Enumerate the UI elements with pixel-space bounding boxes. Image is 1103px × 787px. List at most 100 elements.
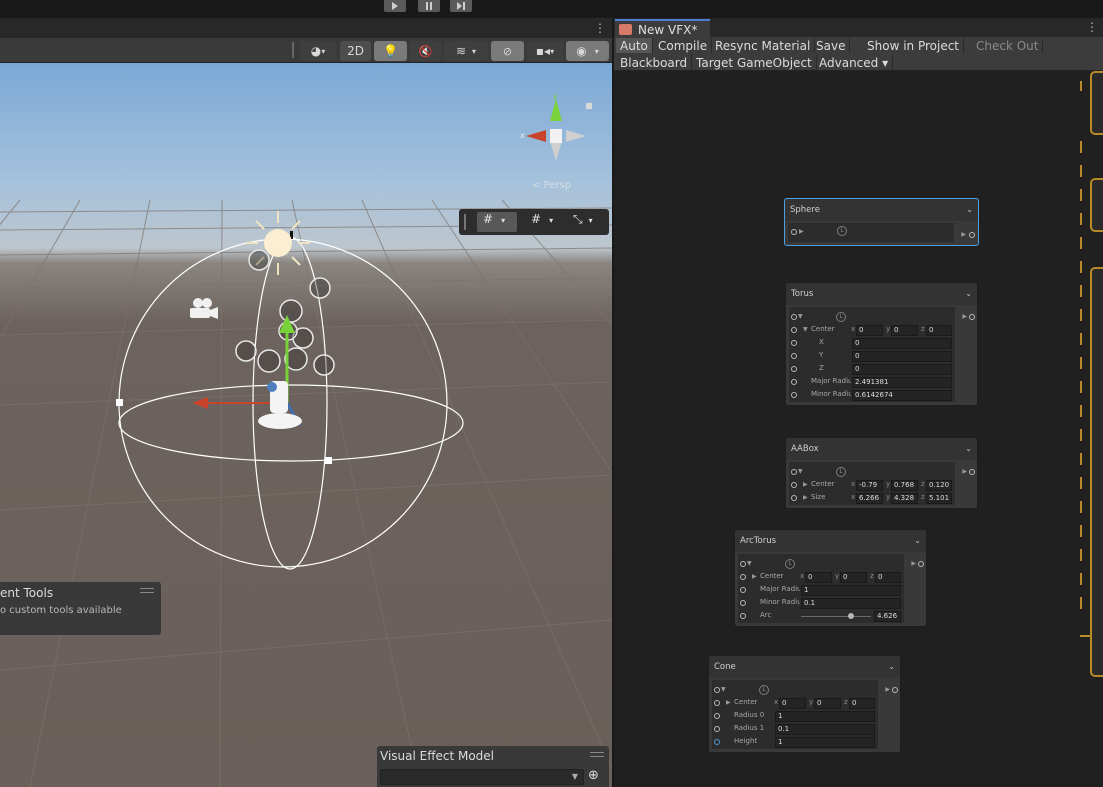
node-arctorus[interactable]: ArcTorus ⌄ ▼ L ▶ Center x 0 y 0 z 0 Major…: [734, 529, 927, 627]
collapse-arrow-icon[interactable]: ▼: [798, 313, 803, 320]
input-port[interactable]: [791, 379, 797, 385]
center-z-field[interactable]: 0: [875, 572, 901, 583]
center-y-field[interactable]: 0: [840, 572, 867, 583]
overlay-grip[interactable]: [464, 214, 466, 230]
compile-button[interactable]: Compile: [654, 38, 713, 53]
space-icon[interactable]: L: [836, 467, 846, 477]
output-port[interactable]: [969, 314, 975, 320]
center-z-field[interactable]: 0.120: [926, 480, 952, 491]
model-select-dropdown[interactable]: ▼: [380, 769, 584, 785]
toolbar-grip[interactable]: [292, 42, 294, 58]
input-port[interactable]: [740, 613, 746, 619]
tab-new-vfx[interactable]: New VFX*: [615, 19, 710, 38]
input-port[interactable]: [791, 482, 797, 488]
size-x-field[interactable]: 6.266: [856, 493, 883, 504]
major-radius-field[interactable]: 1: [801, 585, 901, 596]
arc-slider-track[interactable]: [801, 616, 871, 617]
input-port[interactable]: [791, 314, 797, 320]
node-sphere[interactable]: Sphere ⌄ ▶ L ▶: [784, 198, 979, 246]
increment-snap-dropdown[interactable]: ⤡ ▾: [567, 212, 605, 232]
scene-more-menu-icon[interactable]: ⋮: [594, 21, 606, 35]
input-port[interactable]: [791, 495, 797, 501]
minor-radius-field[interactable]: 0.6142674: [852, 390, 952, 401]
audio-toggle[interactable]: 🔇: [410, 41, 441, 61]
output-port[interactable]: [918, 561, 924, 567]
size-y-field[interactable]: 4.328: [891, 493, 918, 504]
center-x-field[interactable]: 0: [805, 572, 832, 583]
input-port[interactable]: [714, 726, 720, 732]
center-y-field[interactable]: 0: [891, 325, 918, 336]
center-y-field[interactable]: 0.768: [891, 480, 918, 491]
input-port[interactable]: [791, 340, 797, 346]
camera-dropdown[interactable]: ▪◂ ▾: [527, 41, 563, 61]
blackboard-toggle[interactable]: Blackboard: [616, 55, 693, 70]
input-port[interactable]: [791, 366, 797, 372]
chevron-down-icon[interactable]: ⌄: [965, 289, 972, 298]
arc-value-field[interactable]: 4.626: [874, 611, 901, 622]
center-y-value[interactable]: 0: [852, 351, 952, 362]
input-port[interactable]: [714, 700, 720, 706]
chevron-down-icon[interactable]: ⌄: [888, 662, 895, 671]
chevron-down-icon[interactable]: ⌄: [965, 444, 972, 453]
expand-arrow-icon[interactable]: ▶: [803, 494, 808, 501]
grid-visibility-dropdown[interactable]: # ▾: [477, 212, 517, 232]
expand-arrow-icon[interactable]: ▶: [726, 699, 731, 706]
projection-label[interactable]: < Persp: [532, 180, 571, 191]
input-port[interactable]: [740, 561, 746, 567]
center-y-field[interactable]: 0: [814, 698, 841, 709]
play-button[interactable]: [384, 0, 406, 12]
minor-radius-field[interactable]: 0.1: [801, 598, 901, 609]
overlay-menu-icon[interactable]: [590, 752, 604, 757]
vfx-graph-canvas[interactable]: Sphere ⌄ ▶ L ▶ Torus ⌄ ▼ L ▼ Center x 0 y: [614, 71, 1103, 787]
collapse-arrow-icon[interactable]: ▼: [798, 468, 803, 475]
arc-slider-handle[interactable]: [848, 613, 854, 619]
center-z-field[interactable]: 0: [849, 698, 875, 709]
context-block[interactable]: [1090, 71, 1103, 135]
output-port[interactable]: [969, 469, 975, 475]
gizmos-dropdown[interactable]: ◉ ▾: [566, 41, 609, 61]
input-port[interactable]: [791, 353, 797, 359]
scene-viewport[interactable]: y x < Persp # ▾ # ▾ ⤡ ▾ ent Tools o custom …: [0, 63, 612, 787]
output-port[interactable]: [969, 232, 975, 238]
center-z-field[interactable]: 0: [926, 325, 952, 336]
center-z-value[interactable]: 0: [852, 364, 952, 375]
space-icon[interactable]: L: [785, 559, 795, 569]
collapse-arrow-icon[interactable]: ▼: [747, 560, 752, 567]
height-field[interactable]: 1: [775, 737, 875, 748]
input-port[interactable]: [791, 229, 797, 235]
input-port[interactable]: [740, 600, 746, 606]
space-icon[interactable]: L: [837, 226, 847, 236]
lighting-toggle[interactable]: 💡: [374, 41, 407, 61]
radius0-field[interactable]: 1: [775, 711, 875, 722]
center-x-field[interactable]: 0: [856, 325, 883, 336]
center-x-value[interactable]: 0: [852, 338, 952, 349]
space-icon[interactable]: L: [759, 685, 769, 695]
expand-arrow-icon[interactable]: ▶: [752, 573, 757, 580]
collapse-arrow-icon[interactable]: ▼: [803, 326, 808, 333]
center-x-field[interactable]: 0: [779, 698, 806, 709]
grid-snap-dropdown[interactable]: # ▾: [525, 212, 563, 232]
overlay-menu-icon[interactable]: [140, 588, 154, 593]
input-port[interactable]: [714, 739, 720, 745]
vfx-more-menu-icon[interactable]: ⋮: [1086, 20, 1098, 34]
space-icon[interactable]: L: [836, 312, 846, 322]
resync-material-button[interactable]: Resync Material: [711, 38, 816, 53]
node-aabox[interactable]: AABox ⌄ ▼ L ▶ Center x -0.79 y 0.768 z 0.…: [785, 437, 978, 509]
size-z-field[interactable]: 5.101: [926, 493, 952, 504]
effects-dropdown[interactable]: ≋ ▾: [444, 41, 488, 61]
show-in-project-button[interactable]: Show in Project: [863, 38, 965, 53]
context-block[interactable]: [1090, 178, 1103, 232]
expand-arrow-icon[interactable]: ▶: [803, 481, 808, 488]
input-port[interactable]: [740, 587, 746, 593]
pause-button[interactable]: [418, 0, 440, 12]
input-port[interactable]: [714, 687, 720, 693]
major-radius-field[interactable]: 2.491381: [852, 377, 952, 388]
node-cone[interactable]: Cone⌄ ▼ L ▶ Center x 0 y 0 z 0 Radius 0: [708, 655, 901, 753]
check-out-button[interactable]: Check Out: [972, 38, 1044, 53]
mode-2d-button[interactable]: 2D: [340, 41, 371, 61]
input-port[interactable]: [791, 327, 797, 333]
chevron-down-icon[interactable]: ⌄: [914, 536, 921, 545]
advanced-dropdown[interactable]: Advanced ▾: [815, 55, 894, 70]
center-x-field[interactable]: -0.79: [856, 480, 883, 491]
collapse-arrow-icon[interactable]: ▼: [721, 686, 726, 693]
